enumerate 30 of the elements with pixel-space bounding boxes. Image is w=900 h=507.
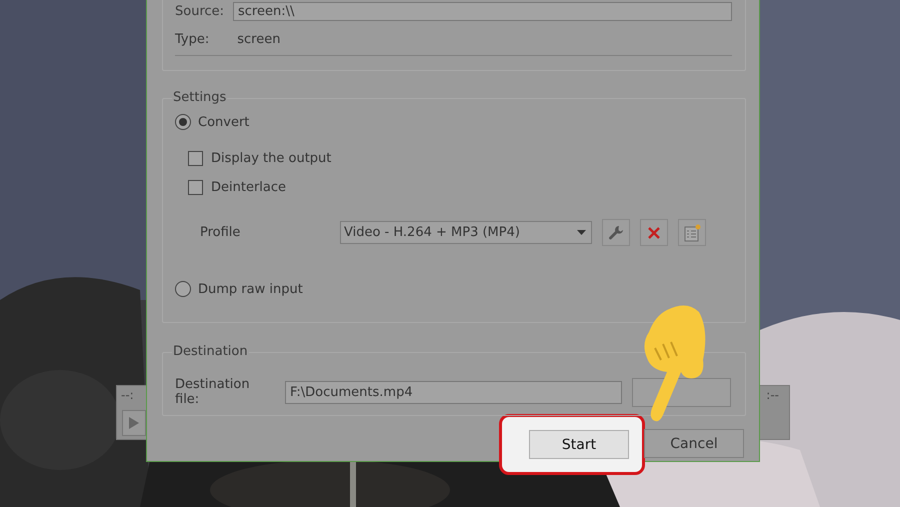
type-value: screen (237, 32, 280, 47)
source-label: Source: (175, 4, 226, 19)
list-icon (683, 224, 701, 242)
radio-button[interactable] (175, 281, 191, 297)
start-button[interactable]: Start (529, 430, 629, 459)
wrench-icon (608, 224, 624, 240)
source-field[interactable]: screen:\\ (233, 2, 732, 21)
option-label: Dump raw input (198, 282, 303, 296)
play-button[interactable] (122, 410, 146, 436)
type-label: Type: (175, 32, 210, 47)
time-label: :-- (766, 388, 779, 402)
new-profile-button[interactable] (678, 219, 706, 246)
profile-dropdown[interactable]: Video - H.264 + MP3 (MP4) (340, 221, 592, 244)
destination-field[interactable]: F:\Documents.mp4 (284, 380, 622, 404)
edit-profile-button[interactable] (602, 219, 630, 246)
section-title: Settings (172, 90, 228, 105)
checkbox-label: Deinterlace (211, 180, 286, 195)
play-icon (128, 416, 140, 430)
option-label: Convert (198, 114, 250, 130)
profile-label: Profile (200, 225, 242, 240)
checkbox-label: Display the output (211, 151, 332, 166)
close-icon (647, 226, 661, 240)
delete-profile-button[interactable] (640, 219, 668, 246)
checkbox[interactable] (188, 151, 203, 166)
time-label: --: (121, 388, 134, 402)
destination-label: Destination file: (175, 377, 251, 407)
caret-icon (577, 230, 586, 235)
cancel-button[interactable]: Cancel (644, 429, 744, 458)
checkbox[interactable] (188, 180, 203, 195)
radio-button[interactable] (175, 114, 191, 130)
